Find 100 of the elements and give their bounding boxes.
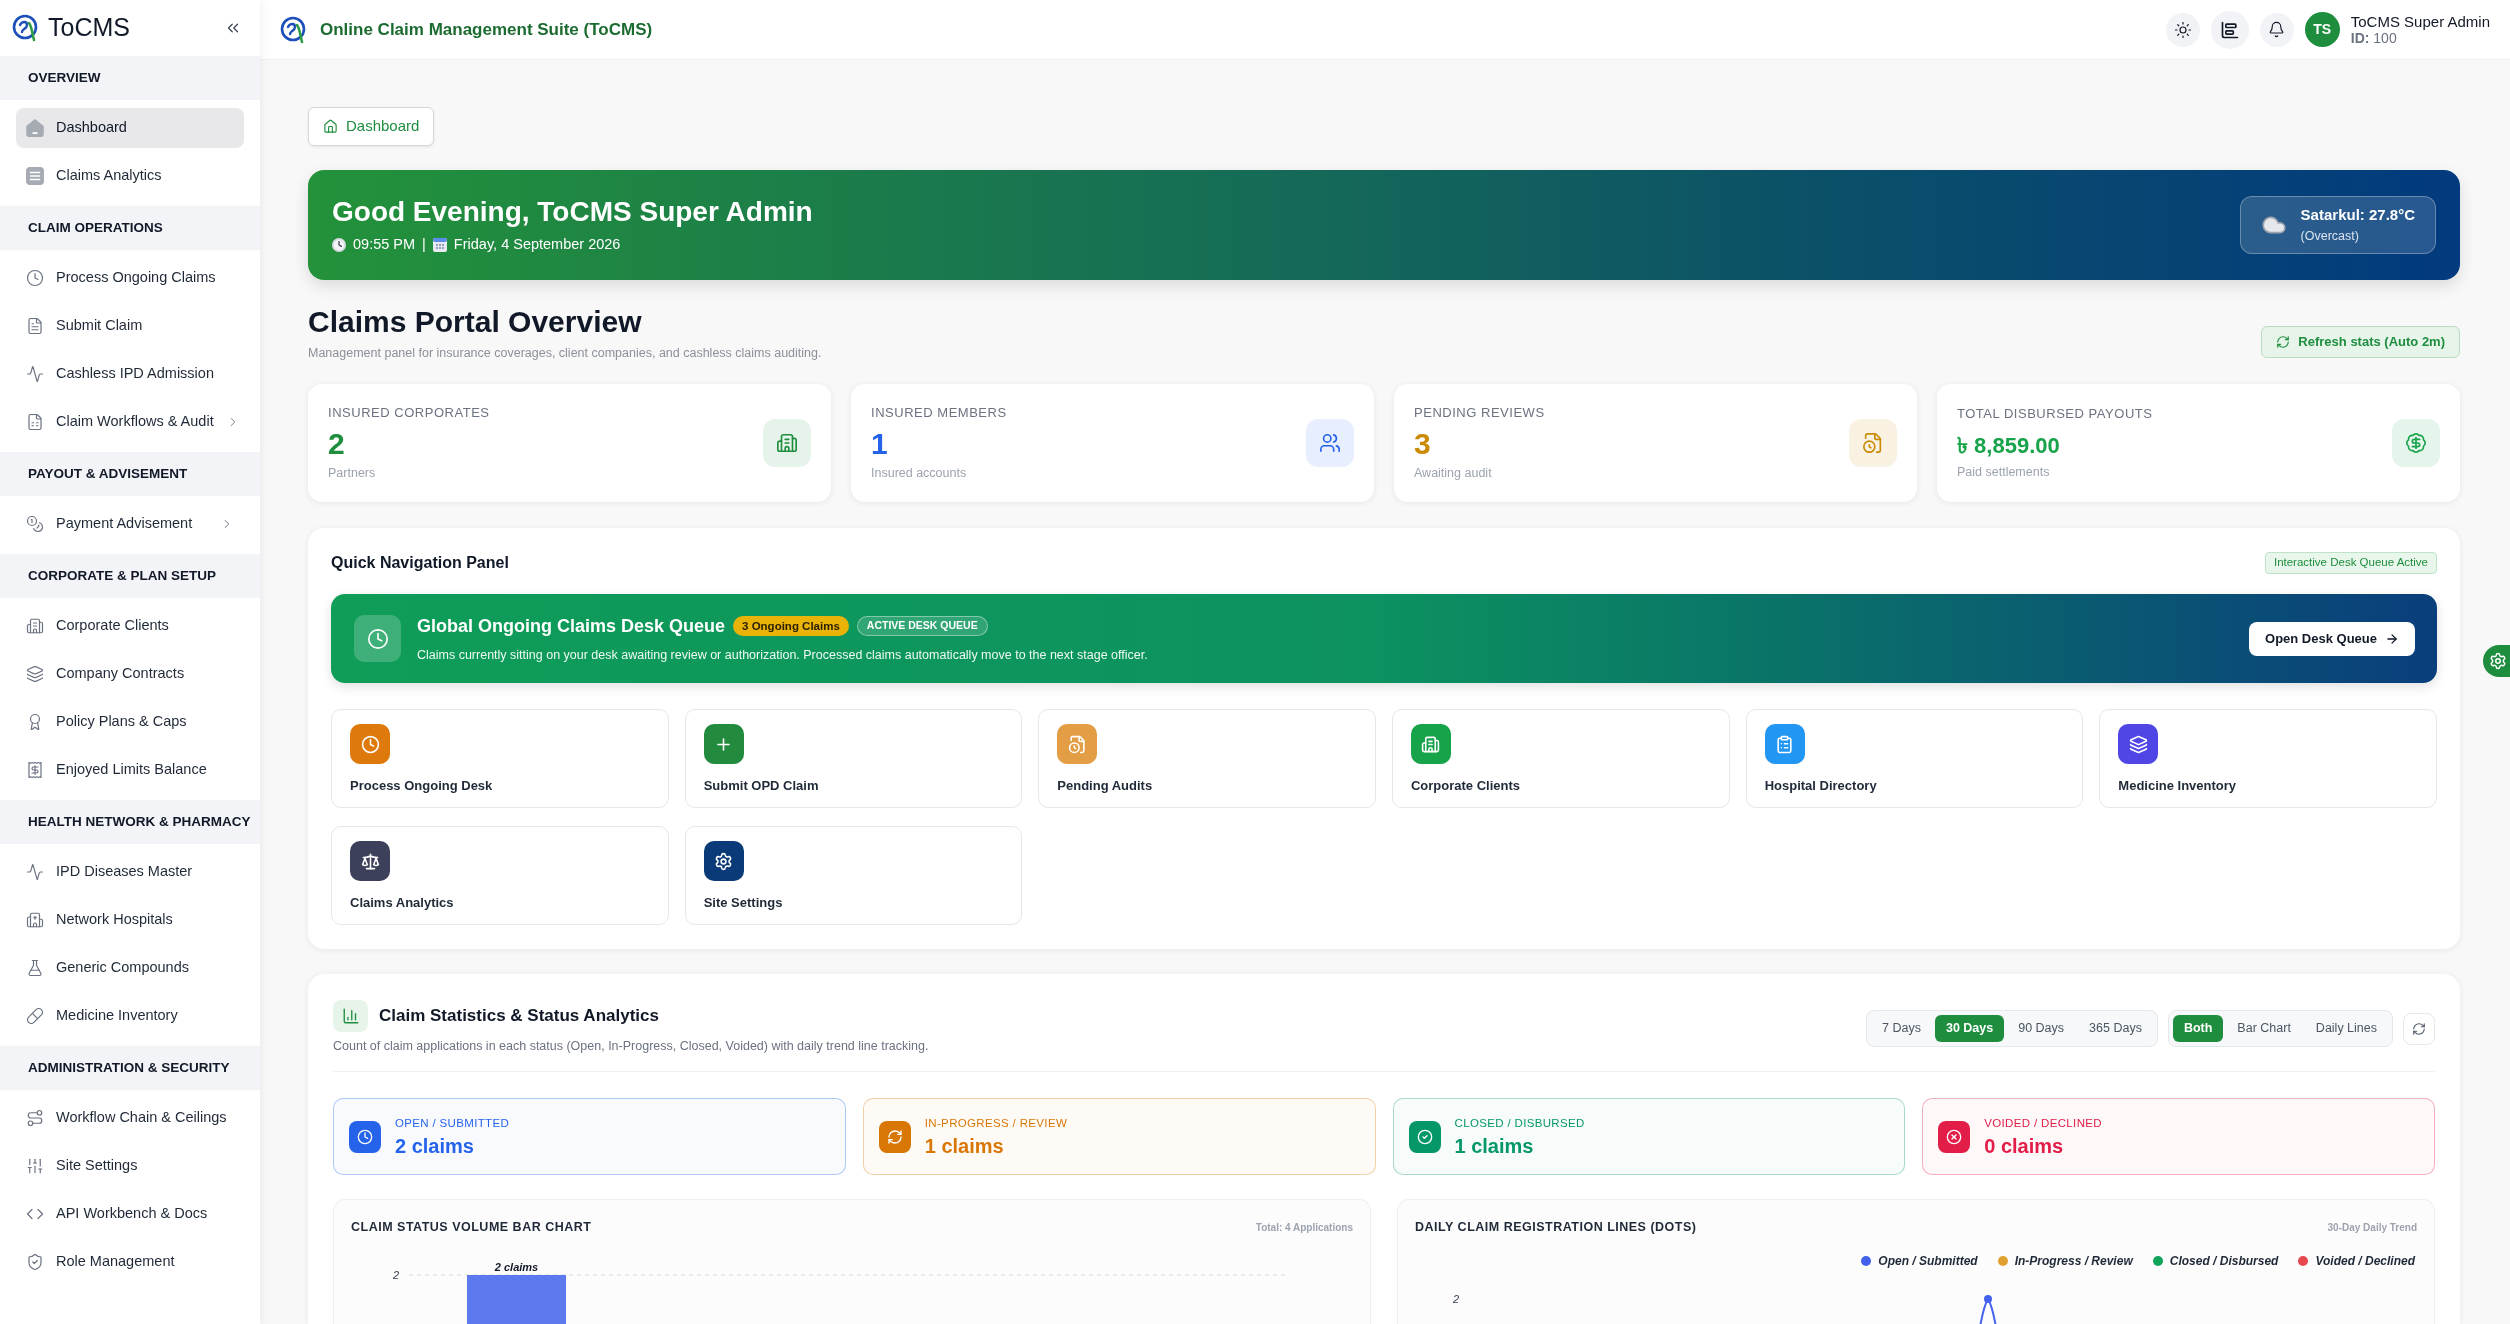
refresh-stats-button[interactable]: Refresh stats (Auto 2m) (2261, 326, 2460, 358)
settings-icon (2489, 652, 2507, 670)
building-icon (26, 617, 44, 635)
quick-nav-tile[interactable]: Medicine Inventory (2099, 709, 2437, 808)
sidebar-item[interactable]: Network Hospitals (16, 900, 244, 940)
sidebar-item[interactable]: Company Contracts (16, 654, 244, 694)
quick-nav-tile[interactable]: Hospital Directory (1745, 709, 2084, 808)
users-icon (1306, 419, 1354, 467)
view-tab[interactable]: Daily Lines (2304, 1015, 2388, 1042)
sun-icon (2173, 20, 2192, 39)
sidebar-item[interactable]: Claim Workflows & Audit (16, 402, 244, 442)
section-heading: HEALTH NETWORK & PHARMACY (28, 812, 251, 831)
panel-title: Claim Statistics & Status Analytics (379, 1005, 659, 1028)
status-badge: Interactive Desk Queue Active (2264, 552, 2437, 574)
settings-button[interactable] (2483, 645, 2510, 677)
queue-title: Global Ongoing Claims Desk Queue (417, 614, 726, 638)
range-tab[interactable]: 90 Days (2007, 1015, 2076, 1042)
quick-nav-tile[interactable]: Site Settings (684, 826, 1023, 925)
sidebar-item[interactable]: Claims Analytics (16, 156, 244, 196)
count-badge: 3 Ongoing Claims (733, 616, 849, 637)
quick-nav-tile[interactable]: Claims Analytics (331, 826, 669, 925)
weather-condition: (Overcast) (2300, 227, 2360, 245)
sidebar-item[interactable]: Policy Plans & Caps (16, 702, 244, 742)
legend-label: Voided / Declined (2315, 1252, 2415, 1270)
sidebar-item[interactable]: Cashless IPD Admission (16, 354, 244, 394)
stat-value: 2 (328, 426, 346, 463)
sidebar-item[interactable]: Medicine Inventory (16, 996, 244, 1036)
panel-title: Quick Navigation Panel (331, 553, 509, 573)
sidebar-item[interactable]: Enjoyed Limits Balance (16, 750, 244, 790)
stat-label: PENDING REVIEWS (1414, 403, 1545, 422)
status-label: VOIDED / DECLINED (1984, 1115, 2102, 1131)
quick-nav-tile[interactable]: Process Ongoing Desk (331, 709, 669, 808)
chart-title: DAILY CLAIM REGISTRATION LINES (DOTS) (1415, 1219, 1697, 1236)
breadcrumb-button[interactable]: Dashboard (308, 107, 435, 146)
house-icon (26, 119, 44, 137)
route-icon (26, 1109, 44, 1127)
stat-label: TOTAL DISBURSED PAYOUTS (1957, 404, 2153, 423)
notifications-button[interactable] (2259, 12, 2294, 47)
status-count: 1 claims (1454, 1134, 1535, 1159)
sidebar-item[interactable]: Dashboard (16, 108, 244, 148)
sliders-icon (26, 1157, 44, 1175)
shield-check-icon (26, 1253, 44, 1271)
receipt-icon (26, 761, 44, 779)
calendar-icon (432, 237, 447, 252)
current-time: 09:55 PM (353, 234, 416, 254)
list-icon (26, 167, 44, 185)
chart-caption: Total: 4 Applications (1255, 1220, 1353, 1235)
refresh-icon (2276, 335, 2291, 349)
theme-toggle-button[interactable] (2165, 12, 2200, 47)
pulse-icon (26, 365, 44, 383)
sidebar-item[interactable]: IPD Diseases Master (16, 852, 244, 892)
quick-nav-tile[interactable]: Submit OPD Claim (684, 709, 1023, 808)
stat-value: 3 (1414, 426, 1432, 463)
range-tab[interactable]: 365 Days (2078, 1015, 2153, 1042)
sidebar-item[interactable]: Process Ongoing Claims (16, 258, 244, 298)
legend-label: In-Progress / Review (2014, 1252, 2133, 1270)
section-heading: CLAIM OPERATIONS (28, 218, 163, 237)
sidebar-item[interactable]: Generic Compounds (16, 948, 244, 988)
sidebar-item[interactable]: Payment Advisement (16, 504, 244, 544)
view-tab[interactable]: Bar Chart (2226, 1015, 2302, 1042)
sidebar-item[interactable]: API Workbench & Docs (16, 1194, 244, 1234)
greeting-title: Good Evening, ToCMS Super Admin (332, 194, 813, 229)
chart-caption: 30-Day Daily Trend (2327, 1220, 2417, 1235)
view-tab[interactable]: Both (2172, 1015, 2224, 1042)
status-count: 1 claims (924, 1134, 1005, 1159)
legend-label: Open / Submitted (1878, 1252, 1978, 1270)
status-count: 2 claims (395, 1134, 475, 1159)
user-id: ID: 100 (2350, 30, 2398, 46)
panel-subtitle: Count of claim applications in each status (Open, In-Progress, Closed, Voided) with daily trend line tracking. (333, 1038, 929, 1055)
stat-label: INSURED MEMBERS (871, 403, 1007, 422)
stat-note: Awaiting audit (1414, 465, 1493, 483)
open-queue-button[interactable]: Open Desk Queue (2249, 621, 2415, 656)
chart-title: CLAIM STATUS VOLUME BAR CHART (351, 1219, 592, 1236)
range-tab[interactable]: 7 Days (1871, 1015, 1932, 1042)
building-icon (763, 419, 811, 467)
refresh-icon (2412, 1021, 2426, 1036)
hospital-icon (26, 911, 44, 929)
status-label: CLOSED / DISBURSED (1454, 1115, 1585, 1131)
sidebar-item[interactable]: Role Management (16, 1242, 244, 1282)
sidebar-item[interactable]: Submit Claim (16, 306, 244, 346)
stat-note: Partners (328, 465, 377, 483)
weather-reading: Satarkul: 27.8°C (2300, 205, 2415, 226)
pill-icon (26, 1007, 44, 1025)
stat-note: Paid settlements (1957, 464, 2051, 482)
clock-icon (26, 269, 44, 287)
quick-nav-tile[interactable]: Corporate Clients (1392, 709, 1730, 808)
spreadsheet-icon (26, 413, 44, 431)
reload-button[interactable] (2403, 1012, 2435, 1045)
sidebar-item[interactable]: Site Settings (16, 1146, 244, 1186)
bar-chart-icon (2219, 19, 2240, 40)
sidebar-item[interactable]: Corporate Clients (16, 606, 244, 646)
reports-button[interactable] (2210, 10, 2249, 49)
user-avatar[interactable]: TS (2304, 12, 2340, 47)
axis-tick-label: 2 (392, 1268, 399, 1281)
range-tab[interactable]: 30 Days (1934, 1015, 2005, 1042)
sidebar-item[interactable]: Workflow Chain & Ceilings (16, 1098, 244, 1138)
section-heading: ADMINISTRATION & SECURITY (28, 1058, 230, 1077)
coins-icon (26, 515, 44, 533)
quick-nav-tile[interactable]: Pending Audits (1038, 709, 1376, 808)
app-title: Online Claim Management Suite (ToCMS) (320, 18, 653, 41)
